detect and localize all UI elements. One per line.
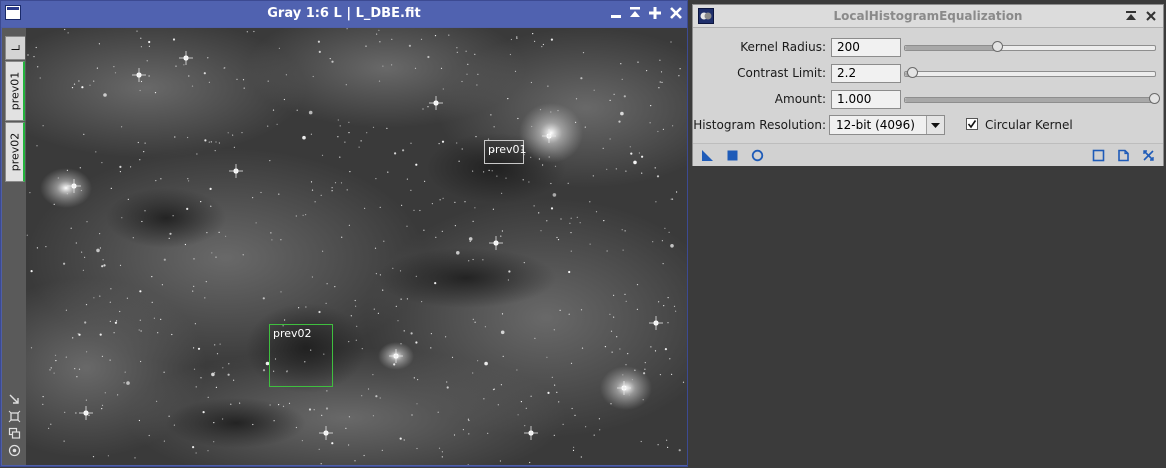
view-tab-strip: L prev01 prev02 <box>2 28 26 465</box>
nebula-image <box>26 28 687 465</box>
kernel-radius-slider[interactable] <box>904 41 1156 52</box>
shade-icon[interactable] <box>626 4 644 22</box>
amount-label: Amount: <box>774 92 826 106</box>
kernel-radius-slider-fill <box>905 46 998 50</box>
tab-main-view-label: L <box>9 44 22 52</box>
new-instance-icon[interactable] <box>701 149 714 162</box>
preview-prev01[interactable]: prev01 <box>484 140 527 164</box>
histogram-resolution-value: 12-bit (4096) <box>836 118 915 132</box>
process-titlebar[interactable]: LocalHistogramEqualization <box>693 5 1163 28</box>
process-toolbar <box>693 143 1163 166</box>
amount-slider-fill <box>905 98 1155 102</box>
circular-kernel-label: Circular Kernel <box>985 118 1073 132</box>
apply-square-icon[interactable] <box>726 149 739 162</box>
amount-input[interactable]: 1.000 <box>831 90 901 109</box>
shade-icon[interactable] <box>1124 9 1138 23</box>
kernel-radius-label: Kernel Radius: <box>740 40 826 54</box>
local-histogram-equalization-dialog[interactable]: LocalHistogramEqualization Kernel Radius… <box>692 4 1164 166</box>
crop-icon[interactable] <box>8 410 21 423</box>
contrast-limit-slider-knob[interactable] <box>906 67 918 78</box>
histogram-resolution-label: Histogram Resolution: <box>693 118 826 132</box>
close-icon[interactable] <box>667 4 685 22</box>
reset-icon[interactable] <box>1142 149 1155 162</box>
histogram-resolution-select[interactable]: 12-bit (4096) <box>829 115 945 135</box>
workspace-background <box>690 168 1166 468</box>
apply-global-icon[interactable] <box>751 149 764 162</box>
amount-slider[interactable] <box>904 93 1160 104</box>
contrast-limit-slider[interactable] <box>904 67 1156 78</box>
maximize-icon[interactable] <box>646 4 664 22</box>
amount-slider-knob[interactable] <box>1149 93 1160 104</box>
preferences-icon[interactable] <box>1092 149 1105 162</box>
preview-prev01-label: prev01 <box>488 143 527 156</box>
image-window[interactable]: Gray 1:6 L | L_DBE.fit L prev01 prev02 p… <box>0 0 688 467</box>
preview-prev02[interactable]: prev02 <box>269 324 333 387</box>
tab-main-view[interactable]: L <box>5 36 25 60</box>
tab-prev02[interactable]: prev02 <box>5 122 25 182</box>
circular-kernel-checkbox[interactable] <box>966 118 978 130</box>
image-window-titlebar[interactable]: Gray 1:6 L | L_DBE.fit <box>1 1 687 27</box>
dropdown-arrow-icon[interactable] <box>926 116 944 134</box>
zoom-arrow-icon[interactable] <box>8 393 21 406</box>
kernel-radius-input[interactable]: 200 <box>831 38 901 57</box>
clone-icon[interactable] <box>8 427 21 440</box>
tab-prev02-label: prev02 <box>8 132 21 172</box>
image-canvas[interactable]: prev01 prev02 <box>26 28 687 465</box>
preview-prev02-label: prev02 <box>273 327 312 340</box>
close-icon[interactable] <box>1144 9 1158 23</box>
minimize-icon[interactable] <box>607 4 625 22</box>
documentation-icon[interactable] <box>1117 149 1130 162</box>
checkmark-icon <box>967 120 977 129</box>
tab-prev01[interactable]: prev01 <box>5 61 25 121</box>
kernel-radius-slider-knob[interactable] <box>991 41 1003 52</box>
contrast-limit-input[interactable]: 2.2 <box>831 64 901 83</box>
target-icon[interactable] <box>8 444 21 457</box>
image-window-title: Gray 1:6 L | L_DBE.fit <box>267 6 421 21</box>
contrast-limit-label: Contrast Limit: <box>737 66 826 80</box>
tab-prev01-label: prev01 <box>8 71 21 111</box>
process-title: LocalHistogramEqualization <box>833 9 1023 23</box>
